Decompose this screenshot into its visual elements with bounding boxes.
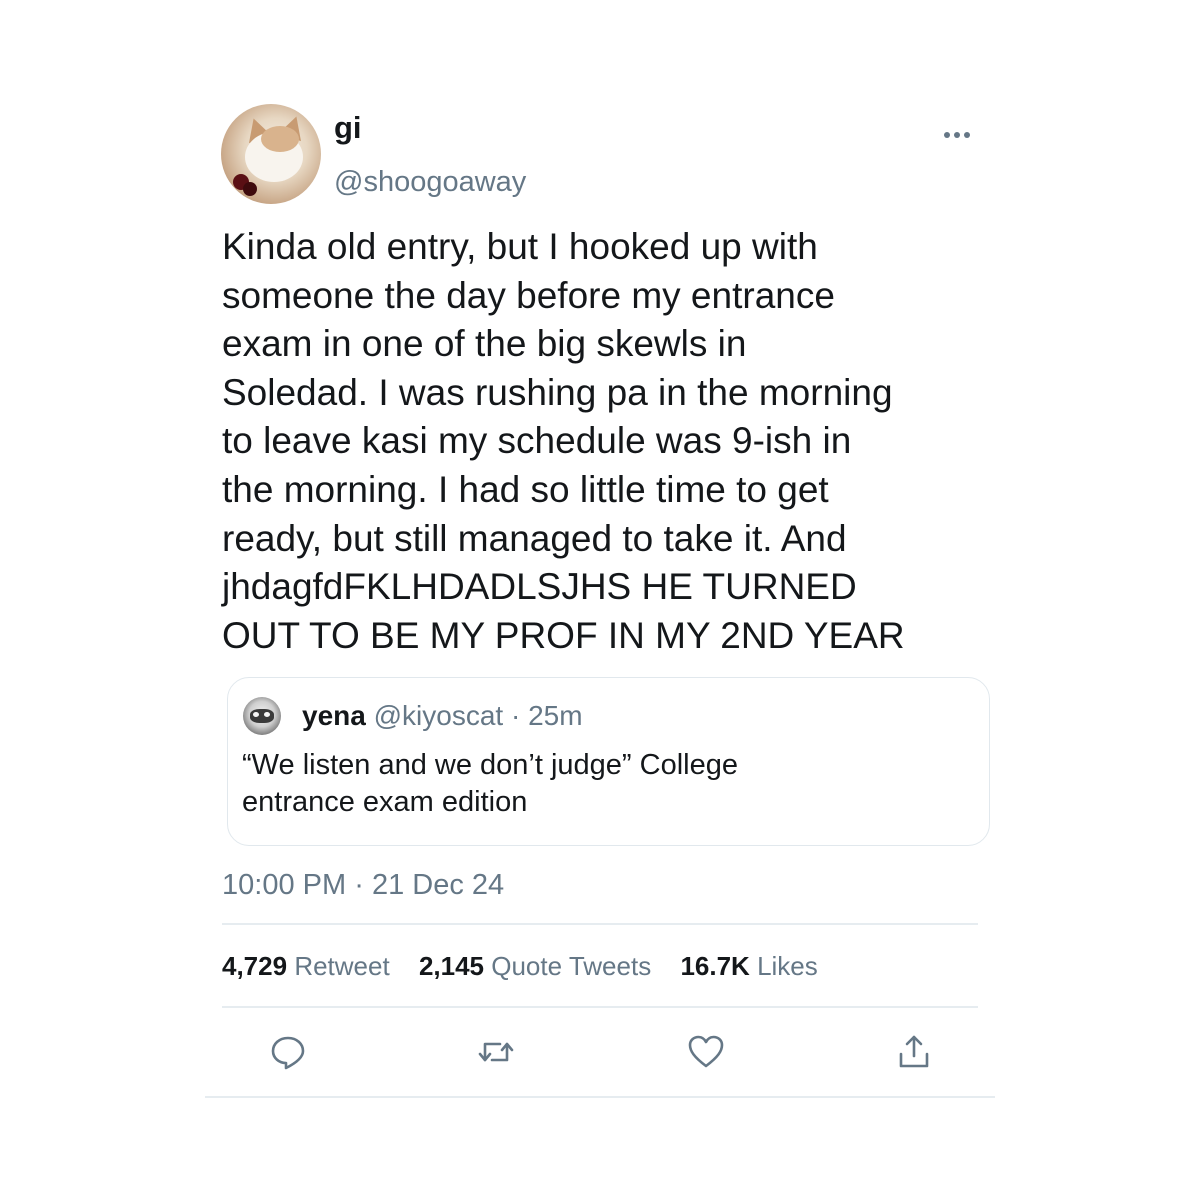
author-handle[interactable]: @shoogoaway <box>334 162 526 202</box>
reply-button[interactable] <box>268 1032 308 1072</box>
likes-count: 16.7K <box>680 951 750 981</box>
tweet-text-line: ready, but still managed to take it. And <box>222 517 847 559</box>
quoted-separator: · <box>510 700 521 731</box>
quote-label: Quote Tweets <box>491 951 652 981</box>
quoted-tweet-header: yena @kiyoscat · 25m <box>302 698 583 734</box>
tweet-text-line: the morning. I had so little time to get <box>222 468 829 510</box>
reply-icon <box>271 1036 305 1070</box>
engagement-stats: 4,729 Retweet 2,145 Quote Tweets 16.7K L… <box>222 948 840 984</box>
tweet-text: Kinda old entry, but I hooked up with so… <box>222 223 1002 660</box>
quoted-avatar-eye-left <box>253 712 259 717</box>
retweet-icon <box>478 1042 514 1062</box>
tweet-time: 10:00 PM <box>222 869 347 901</box>
likes-count-link[interactable]: 16.7K Likes <box>680 948 817 984</box>
tweet-text-line: OUT TO BE MY PROF IN MY 2ND YEAR <box>222 614 905 656</box>
tweet-text-line: someone the day before my entrance <box>222 274 835 316</box>
quoted-tweet-card[interactable]: yena @kiyoscat · 25m “We listen and we d… <box>227 677 990 846</box>
tweet-text-line: jhdagfdFKLHDADLSJHS HE TURNED <box>222 566 857 608</box>
tweet-text-line: to leave kasi my schedule was 9-ish in <box>222 420 852 462</box>
quoted-author-handle: @kiyoscat <box>373 700 504 731</box>
quoted-text-line: “We listen and we don’t judge” College <box>242 749 738 781</box>
retweet-count: 4,729 <box>222 951 288 981</box>
share-icon <box>899 1035 929 1068</box>
quoted-avatar-eye-right <box>264 712 270 717</box>
tweet-text-line: Soledad. I was rushing pa in the morning <box>222 371 893 413</box>
retweet-count-link[interactable]: 4,729 Retweet <box>222 948 390 984</box>
quoted-author-avatar <box>243 697 281 735</box>
avatar-cat-patch <box>261 126 299 152</box>
tweet-text-line: Kinda old entry, but I hooked up with <box>222 226 818 267</box>
more-horizontal-icon[interactable] <box>942 128 972 142</box>
divider <box>222 923 978 925</box>
quoted-text-line: entrance exam edition <box>242 786 528 818</box>
heart-icon <box>688 1035 724 1068</box>
quote-count-link[interactable]: 2,145 Quote Tweets <box>419 948 651 984</box>
bottom-divider <box>205 1096 995 1098</box>
tweet-text-line: exam in one of the big skewls in <box>222 323 747 365</box>
author-avatar[interactable] <box>221 104 321 204</box>
avatar-cherry-2 <box>243 182 257 196</box>
share-button[interactable] <box>894 1032 934 1072</box>
quoted-timestamp: 25m <box>528 700 583 731</box>
retweet-label: Retweet <box>294 951 390 981</box>
tweet-date: 21 Dec 24 <box>371 869 505 901</box>
quoted-author-name: yena <box>302 700 366 731</box>
retweet-button[interactable] <box>476 1032 516 1072</box>
timestamp-separator: · <box>354 869 364 901</box>
tweet-timestamp[interactable]: 10:00 PM · 21 Dec 24 <box>222 866 504 904</box>
likes-label: Likes <box>757 951 818 981</box>
divider <box>222 1006 978 1008</box>
quote-count: 2,145 <box>418 951 485 981</box>
quoted-tweet-text: “We listen and we don’t judge” College e… <box>242 747 972 821</box>
like-button[interactable] <box>686 1032 726 1072</box>
author-display-name[interactable]: gi <box>334 108 362 148</box>
